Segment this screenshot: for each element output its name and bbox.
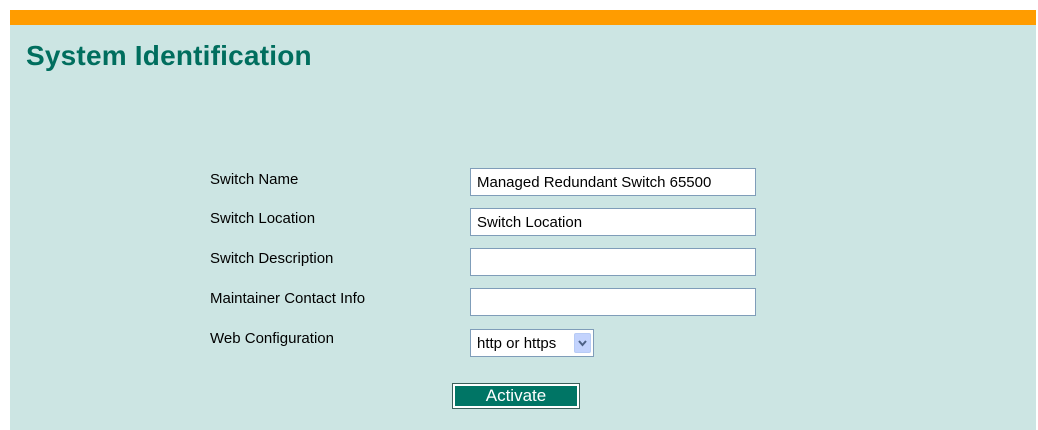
switch-description-label: Switch Description [210, 250, 334, 267]
maintainer-contact-label: Maintainer Contact Info [210, 290, 366, 307]
web-configuration-value: http or https [477, 335, 557, 352]
switch-name-input[interactable] [470, 168, 756, 196]
chevron-down-icon[interactable] [574, 333, 591, 353]
switch-location-input[interactable] [470, 208, 756, 236]
page-frame: System Identification Switch Name Switch… [10, 10, 1036, 430]
switch-location-label: Switch Location [210, 210, 316, 227]
maintainer-contact-input[interactable] [470, 288, 756, 316]
web-configuration-label: Web Configuration [210, 330, 334, 347]
web-configuration-select[interactable]: http or https [470, 329, 594, 357]
header-bar [10, 10, 1036, 25]
switch-description-input[interactable] [470, 248, 756, 276]
switch-name-label: Switch Name [210, 171, 299, 188]
activate-button[interactable]: Activate [452, 383, 580, 409]
page-title: System Identification [26, 40, 312, 71]
